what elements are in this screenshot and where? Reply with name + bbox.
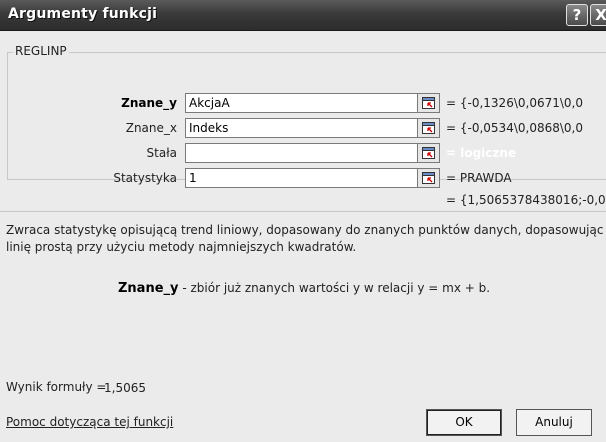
znane-x-input[interactable]: Indeks [185, 118, 418, 138]
argument-help-name: Znane_y [118, 281, 179, 296]
help-icon: ? [572, 6, 582, 24]
collapse-dialog-button[interactable] [418, 93, 440, 113]
argument-label: Stała [146, 146, 177, 160]
collapse-dialog-icon [422, 172, 435, 184]
collapse-dialog-button[interactable] [418, 118, 440, 138]
collapse-dialog-icon [422, 147, 435, 159]
collapse-dialog-button[interactable] [418, 143, 440, 163]
cancel-button[interactable]: Anuluj [516, 409, 592, 436]
collapse-dialog-icon [422, 97, 435, 109]
argument-label: Znane_y [121, 96, 177, 110]
argument-help: Znane_y - zbiór już znanych wartości y w… [118, 281, 490, 296]
function-arguments-dialog: Argumenty funkcji ? X REGLINP Znane_y Ak… [0, 0, 606, 442]
formula-result: = {1,5065378438016;-0,00 [446, 193, 606, 207]
function-name: REGLINP [13, 44, 69, 58]
argument-label: Statystyka [113, 171, 177, 185]
ok-button[interactable]: OK [426, 409, 502, 436]
argument-row-stala: Stała = logiczne [0, 143, 606, 165]
dialog-title: Argumenty funkcji [8, 6, 158, 22]
argument-label: Znane_x [125, 121, 177, 135]
znane-y-input[interactable]: AkcjaA [185, 93, 418, 113]
close-button[interactable]: X [590, 4, 606, 26]
formula-result-label: Wynik formuły = [6, 380, 107, 394]
divider [0, 211, 606, 212]
argument-result: = PRAWDA [446, 171, 512, 185]
collapse-dialog-icon [422, 122, 435, 134]
help-button[interactable]: ? [566, 4, 588, 26]
function-help-link[interactable]: Pomoc dotycząca tej funkcji [6, 415, 173, 429]
formula-result-value: 1,5065 [104, 381, 146, 395]
argument-result: = {-0,1326\0,0671\0,0 [446, 96, 583, 110]
title-bar[interactable]: Argumenty funkcji ? X [0, 0, 606, 31]
argument-help-text: - zbiór już znanych wartości y w relacji… [182, 281, 491, 295]
argument-row-znane-y: Znane_y AkcjaA = {-0,1326\0,0671\0,0 [0, 93, 606, 115]
argument-result: = {-0,0534\0,0868\0,0 [446, 121, 583, 135]
argument-type-hint: = logiczne [446, 146, 517, 160]
close-icon: X [595, 6, 606, 24]
argument-row-znane-x: Znane_x Indeks = {-0,0534\0,0868\0,0 [0, 118, 606, 140]
statystyka-input[interactable]: 1 [185, 168, 418, 188]
stala-input[interactable] [185, 143, 418, 163]
collapse-dialog-button[interactable] [418, 168, 440, 188]
function-description: Zwraca statystykę opisującą trend liniow… [6, 223, 604, 254]
argument-row-statystyka: Statystyka 1 = PRAWDA [0, 168, 606, 190]
